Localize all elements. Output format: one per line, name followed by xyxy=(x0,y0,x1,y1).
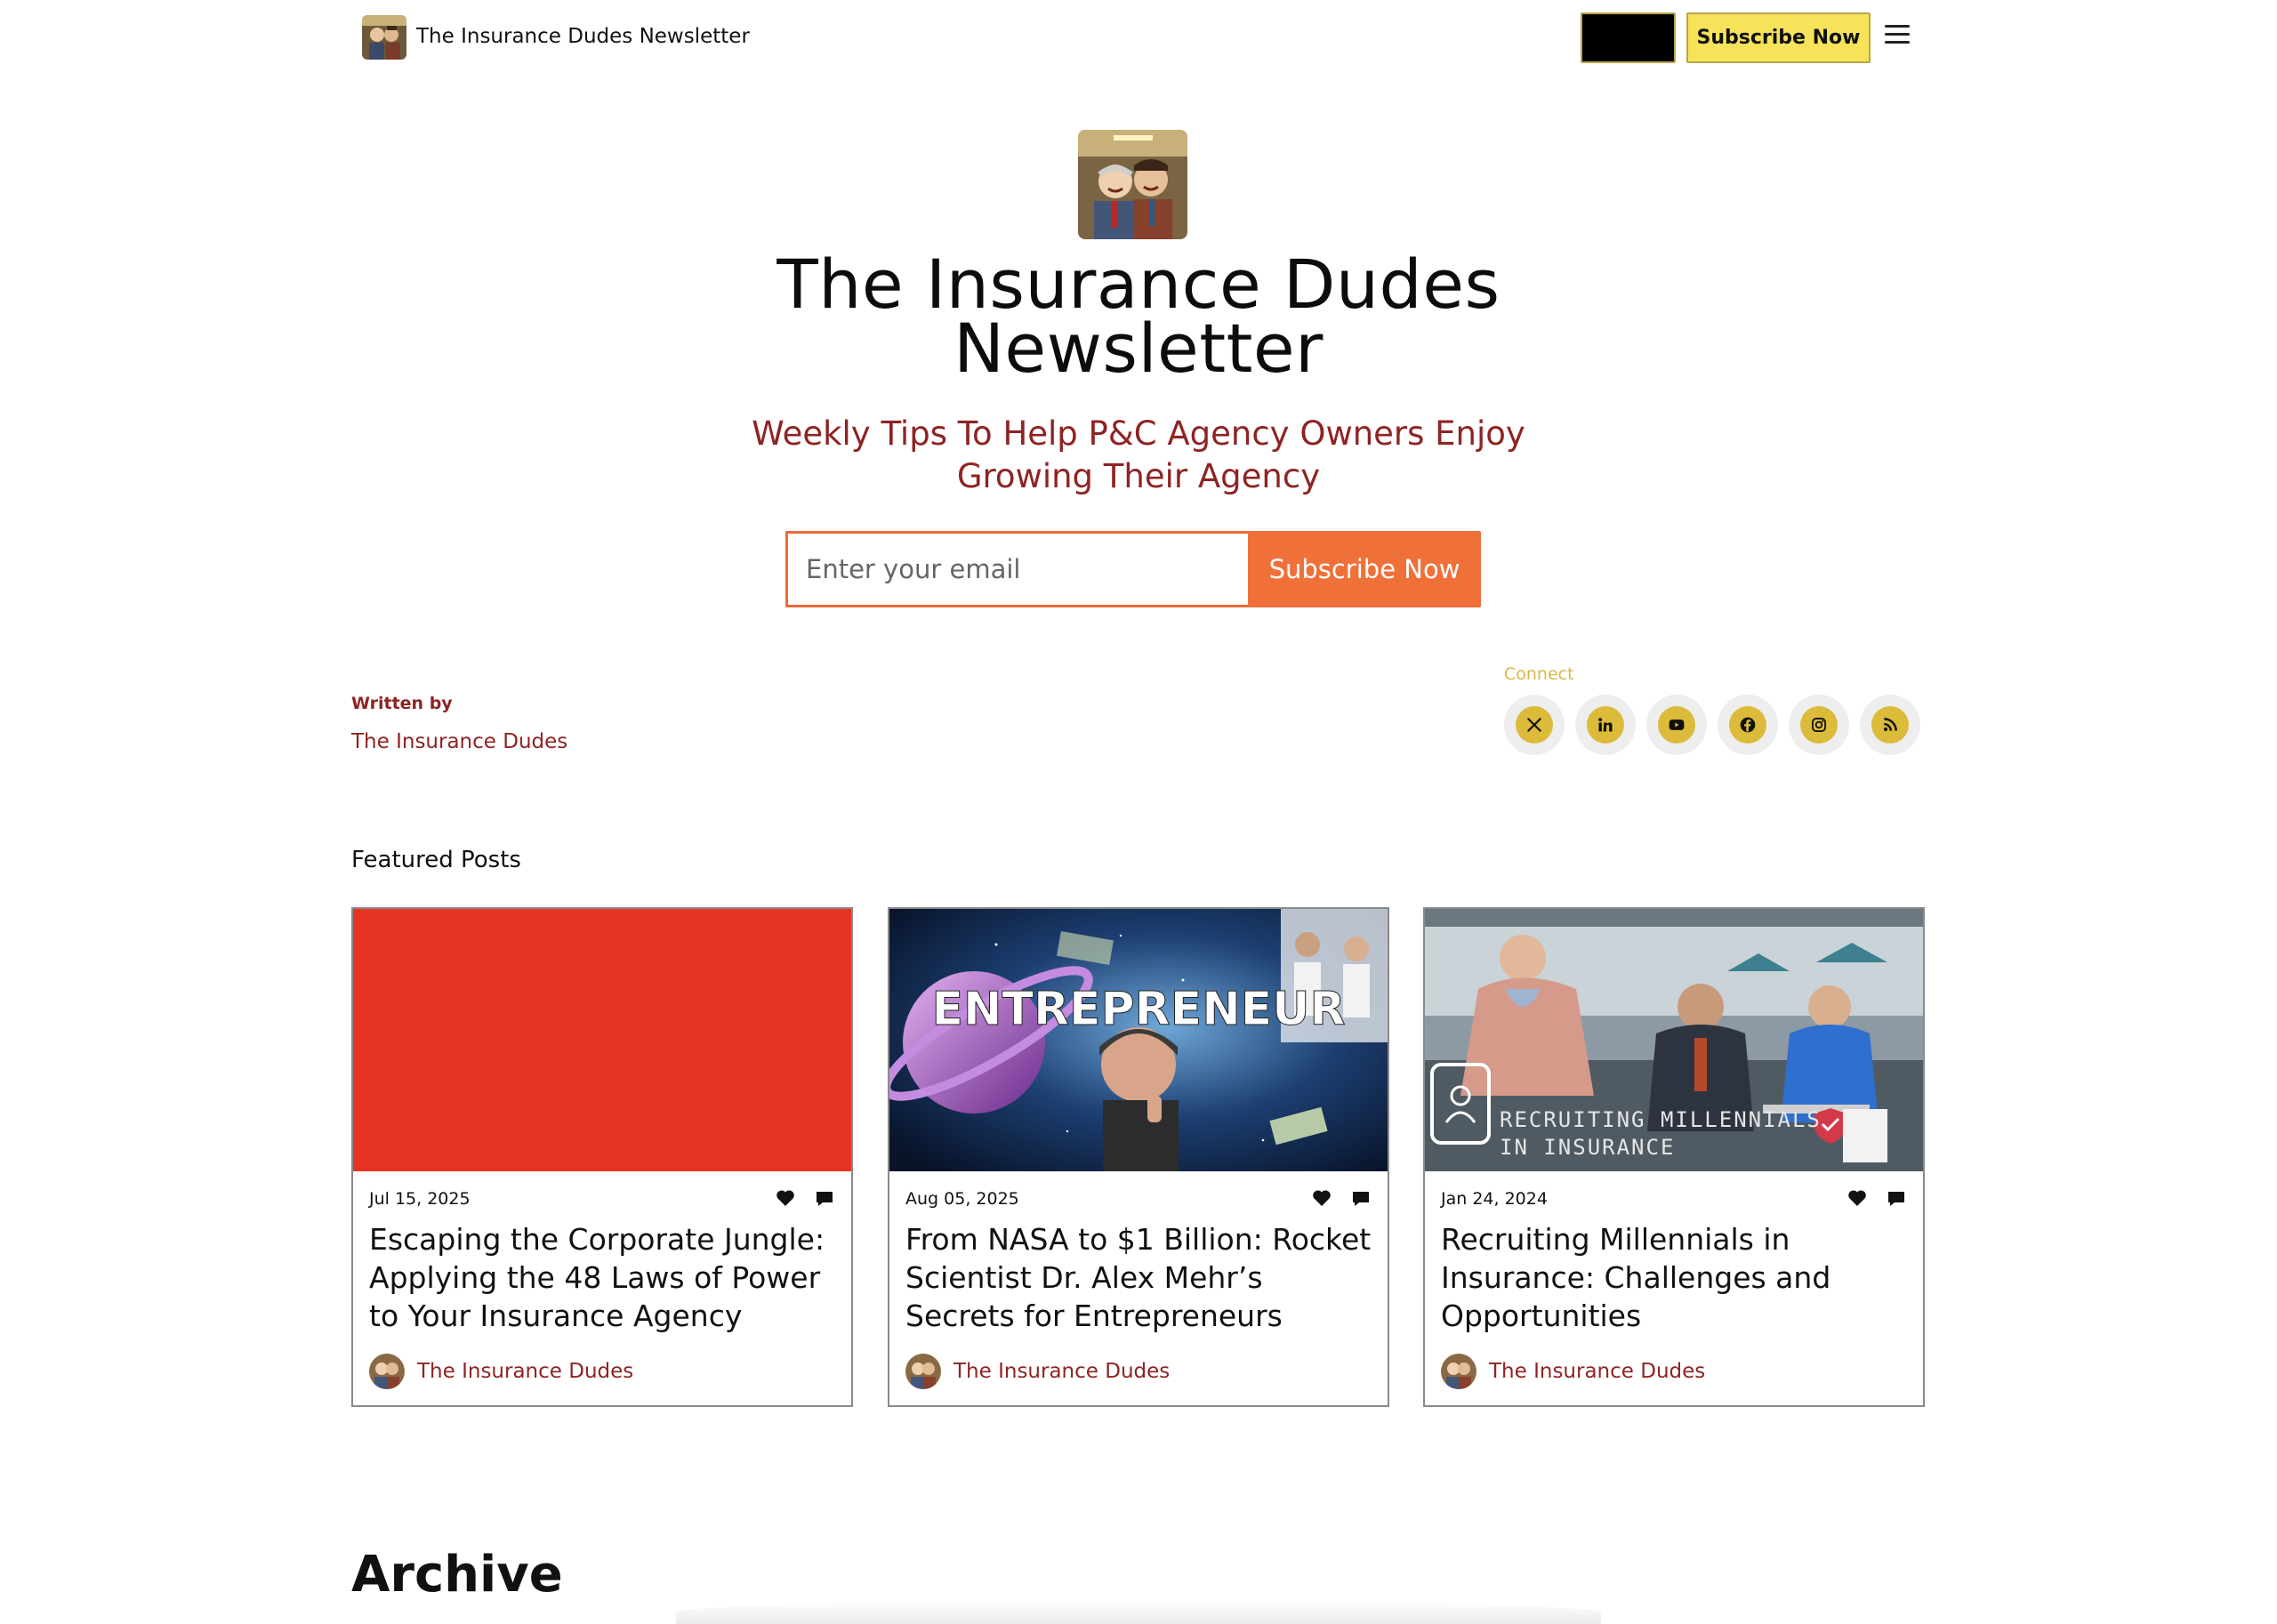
comment-icon[interactable] xyxy=(1350,1187,1372,1209)
thumbnail-text-line1: RECRUITING MILLENNIALS xyxy=(1500,1107,1822,1132)
archive-heading: Archive xyxy=(351,1546,563,1604)
connect-label: Connect xyxy=(1504,664,1574,684)
post-card[interactable]: ENTREPRENEUR Aug 05, 2025 From NASA to $… xyxy=(888,907,1389,1407)
social-links xyxy=(1504,695,1920,755)
post-title[interactable]: Escaping the Corporate Jungle: Applying … xyxy=(369,1220,841,1335)
facebook-icon[interactable] xyxy=(1718,695,1778,755)
featured-posts-heading: Featured Posts xyxy=(351,847,521,873)
subscribe-button[interactable]: Subscribe Now xyxy=(1248,531,1481,607)
instagram-icon[interactable] xyxy=(1789,695,1849,755)
post-thumbnail[interactable] xyxy=(353,909,851,1171)
heart-icon[interactable] xyxy=(1847,1187,1868,1209)
comment-icon[interactable] xyxy=(1886,1187,1907,1209)
post-title[interactable]: From NASA to $1 Billion: Rocket Scientis… xyxy=(905,1220,1377,1335)
author-link[interactable]: The Insurance Dudes xyxy=(351,730,567,753)
thumbnail-text-line2: IN INSURANCE xyxy=(1500,1135,1675,1160)
avatar xyxy=(369,1354,405,1389)
post-author[interactable]: The Insurance Dudes xyxy=(905,1354,1170,1389)
post-actions xyxy=(775,1187,835,1209)
top-nav: The Insurance Dudes Newsletter Subscribe… xyxy=(0,0,2277,75)
page-subtitle: Weekly Tips To Help P&C Agency Owners En… xyxy=(752,414,1525,495)
written-by-label: Written by xyxy=(351,694,453,713)
author-name: The Insurance Dudes xyxy=(953,1360,1171,1383)
post-date: Aug 05, 2025 xyxy=(905,1189,1019,1209)
x-icon[interactable] xyxy=(1504,695,1565,755)
author-name: The Insurance Dudes xyxy=(1489,1360,1706,1383)
post-author[interactable]: The Insurance Dudes xyxy=(1441,1354,1705,1389)
post-title[interactable]: Recruiting Millennials in Insurance: Cha… xyxy=(1441,1220,1912,1335)
nav-logo[interactable] xyxy=(362,15,406,60)
post-date: Jan 24, 2024 xyxy=(1441,1189,1548,1209)
post-card[interactable]: Jul 15, 2025 Escaping the Corporate Jung… xyxy=(351,907,853,1407)
post-actions xyxy=(1847,1187,1907,1209)
post-thumbnail[interactable]: RECRUITING MILLENNIALS IN INSURANCE xyxy=(1425,909,1923,1171)
linkedin-icon[interactable] xyxy=(1575,695,1636,755)
rss-icon[interactable] xyxy=(1860,695,1920,755)
nav-title[interactable]: The Insurance Dudes Newsletter xyxy=(416,25,750,48)
nav-dark-button[interactable] xyxy=(1581,12,1676,63)
heart-icon[interactable] xyxy=(1311,1187,1332,1209)
author-name: The Insurance Dudes xyxy=(417,1360,634,1383)
post-actions xyxy=(1311,1187,1372,1209)
post-card[interactable]: RECRUITING MILLENNIALS IN INSURANCE Jan … xyxy=(1423,907,1925,1407)
avatar xyxy=(1441,1354,1476,1389)
popup-shadow xyxy=(676,1601,1601,1624)
post-date: Jul 15, 2025 xyxy=(369,1189,471,1209)
email-signup-form: Subscribe Now xyxy=(785,531,1481,607)
heart-icon[interactable] xyxy=(775,1187,796,1209)
avatar xyxy=(905,1354,941,1389)
comment-icon[interactable] xyxy=(814,1187,835,1209)
email-input[interactable] xyxy=(785,531,1248,607)
page-title: The Insurance Dudes Newsletter xyxy=(776,245,1501,388)
thumbnail-text: ENTREPRENEUR xyxy=(931,983,1345,1036)
hero-logo xyxy=(1078,130,1187,239)
post-author[interactable]: The Insurance Dudes xyxy=(369,1354,633,1389)
youtube-icon[interactable] xyxy=(1646,695,1707,755)
nav-subscribe-button[interactable]: Subscribe Now xyxy=(1686,12,1871,63)
post-thumbnail[interactable]: ENTREPRENEUR xyxy=(889,909,1388,1171)
hamburger-menu-icon[interactable] xyxy=(1885,25,1910,46)
